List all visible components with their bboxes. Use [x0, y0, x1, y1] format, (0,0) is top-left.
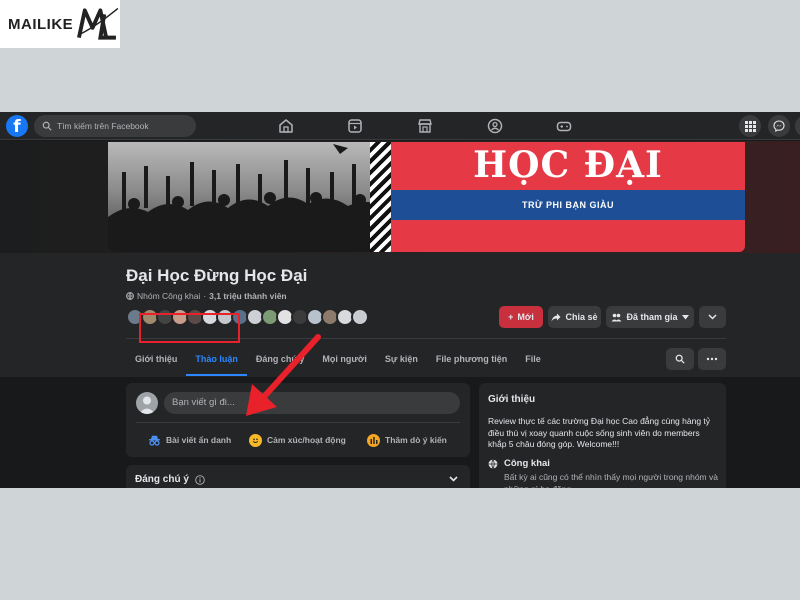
watermark-logo: MAILIKE — [0, 0, 120, 48]
info-icon[interactable] — [195, 474, 205, 485]
tab-files[interactable]: File — [516, 344, 550, 374]
joined-button-label: Đã tham gia — [626, 312, 678, 322]
tab-discussion[interactable]: Thảo luận — [186, 344, 247, 376]
new-post-button[interactable]: + Mới — [499, 306, 543, 328]
account-button-partial[interactable] — [795, 115, 800, 137]
facebook-logo[interactable]: f — [6, 115, 28, 137]
search-icon — [42, 121, 52, 131]
home-icon[interactable] — [277, 117, 295, 135]
chevron-down-icon — [708, 314, 717, 320]
more-options-button[interactable] — [699, 306, 726, 328]
anonymous-post-button[interactable]: Bài viết ẩn danh — [148, 429, 231, 451]
gaming-icon[interactable] — [555, 117, 573, 135]
share-button-label: Chia sẻ — [565, 312, 598, 322]
meta-separator: · — [203, 291, 207, 301]
highlight-box — [139, 313, 240, 343]
search-input[interactable] — [57, 121, 187, 131]
anonymous-icon — [149, 435, 160, 446]
about-description: Review thực tế các trường Đại học Cao đẳ… — [488, 416, 711, 449]
public-title: Công khai — [504, 458, 550, 469]
tab-people[interactable]: Mọi người — [313, 344, 375, 374]
poll-label: Thăm dò ý kiến — [385, 435, 447, 445]
video-icon[interactable] — [346, 117, 364, 135]
graduates-photo — [108, 142, 391, 252]
more-tab-button[interactable] — [698, 348, 726, 370]
default-avatar-icon — [139, 396, 155, 414]
member-avatar[interactable] — [351, 308, 369, 326]
share-button[interactable]: Chia sẻ — [548, 306, 601, 328]
about-title: Giới thiệu — [488, 394, 536, 405]
post-input[interactable]: Bạn viết gì đi... — [164, 392, 460, 414]
watermark-brand: MAILIKE — [8, 15, 74, 33]
search-icon — [675, 354, 685, 364]
user-avatar[interactable] — [136, 392, 158, 414]
tab-featured[interactable]: Đáng chú ý — [247, 344, 314, 374]
marketplace-icon[interactable] — [416, 117, 434, 135]
new-button-label: Mới — [517, 312, 534, 322]
feeling-activity-button[interactable]: Cảm xúc/hoạt động — [249, 429, 346, 451]
tab-media[interactable]: File phương tiện — [427, 344, 516, 374]
chevron-down-icon[interactable] — [449, 476, 458, 482]
search-box[interactable] — [34, 115, 196, 137]
tab-events[interactable]: Sự kiện — [376, 344, 427, 374]
messenger-button[interactable] — [768, 115, 790, 137]
watermark-ml-mark — [77, 7, 119, 40]
plus-icon: + — [508, 312, 514, 322]
groups-icon[interactable] — [486, 117, 504, 135]
graduates-silhouettes — [108, 144, 391, 252]
cover-stripe-divider — [370, 142, 392, 252]
poll-icon — [367, 433, 380, 447]
tab-about[interactable]: Giới thiệu — [126, 344, 186, 374]
composer-separator — [136, 422, 460, 423]
smiley-icon — [249, 433, 262, 447]
anonymous-post-label: Bài viết ẩn danh — [166, 435, 232, 445]
globe-icon — [126, 292, 134, 300]
cover-subtitle: TRỪ PHI BẠN GIÀU — [522, 200, 614, 210]
poll-button[interactable]: Thăm dò ý kiến — [367, 429, 447, 451]
public-row: Công khai — [488, 458, 550, 469]
menu-button[interactable] — [739, 115, 761, 137]
members-icon — [611, 313, 622, 321]
featured-section: Đáng chú ý — [126, 465, 470, 488]
feeling-activity-label: Cảm xúc/hoạt động — [267, 435, 346, 445]
post-composer: Bạn viết gì đi... Bài viết ẩn danh Cảm x… — [126, 383, 470, 457]
more-dots-icon — [706, 357, 718, 361]
cover-title: HỌC ĐẠI — [473, 144, 663, 186]
public-description: Bất kỳ ai cũng có thể nhìn thấy mọi ngườ… — [504, 472, 718, 488]
featured-title: Đáng chú ý — [135, 474, 189, 485]
joined-button[interactable]: Đã tham gia — [606, 306, 694, 328]
group-meta: Nhóm Công khai · 3,1 triệu thành viên — [126, 291, 287, 301]
group-cover-photo: HỌC ĐẠI TRỪ PHI BẠN GIÀU — [108, 142, 745, 252]
facebook-screenshot: f Tìm kiếm trên Facebook HỌC ĐẠI TRỪ PHI… — [0, 112, 800, 488]
about-card: Giới thiệu Review thực tế các trường Đại… — [479, 383, 726, 488]
globe-icon — [488, 458, 498, 469]
group-tabs: Giới thiệu Thảo luận Đáng chú ý Mọi ngườ… — [126, 344, 550, 376]
menu-grid-icon — [744, 120, 756, 132]
group-privacy: Nhóm Công khai — [137, 291, 201, 301]
group-name[interactable]: Đại Học Đừng Học Đại — [126, 266, 307, 286]
share-icon — [551, 313, 561, 321]
group-member-count[interactable]: 3,1 triệu thành viên — [209, 291, 286, 301]
group-search-button[interactable] — [666, 348, 694, 370]
featured-header: Đáng chú ý — [135, 474, 205, 485]
caret-down-icon — [681, 314, 689, 319]
top-navigation-bar: f — [0, 112, 800, 140]
messenger-icon — [773, 120, 785, 132]
